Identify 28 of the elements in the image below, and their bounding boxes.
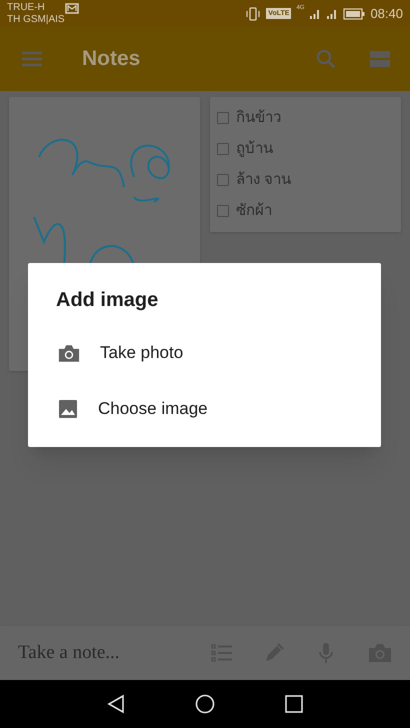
battery-icon (343, 8, 366, 20)
menu-icon[interactable] (20, 50, 44, 68)
home-icon[interactable] (195, 694, 215, 714)
dialog-option[interactable]: Take photo (28, 325, 381, 381)
dialog-option[interactable]: Choose image (28, 381, 381, 437)
recents-icon[interactable] (285, 695, 303, 713)
checklist-item: ล้าง จาน (236, 170, 292, 190)
search-icon[interactable] (315, 48, 337, 70)
image-icon (58, 399, 78, 419)
checkbox[interactable] (217, 205, 229, 217)
checkbox[interactable] (217, 112, 229, 124)
mail-icon (64, 3, 79, 14)
app-title: Notes (82, 46, 140, 72)
signal-icon (326, 8, 338, 20)
clock: 08:40 (370, 4, 403, 23)
carrier-name: TH GSM|AIS (7, 14, 65, 26)
checklist-item: กินข้าว (236, 108, 281, 128)
camera-icon (58, 344, 80, 362)
dialog-title: Add image (55, 288, 160, 313)
signal-icon (309, 8, 322, 20)
list-view-icon[interactable] (370, 51, 390, 67)
vibrate-icon (245, 6, 262, 20)
checklist-item: ถูบ้าน (236, 139, 273, 159)
checklist-item: ซักผ้า (236, 201, 272, 221)
checkbox[interactable] (217, 143, 229, 155)
back-icon[interactable] (107, 694, 125, 714)
checkbox[interactable] (217, 174, 229, 186)
carrier-name: TRUE-H (7, 2, 46, 14)
